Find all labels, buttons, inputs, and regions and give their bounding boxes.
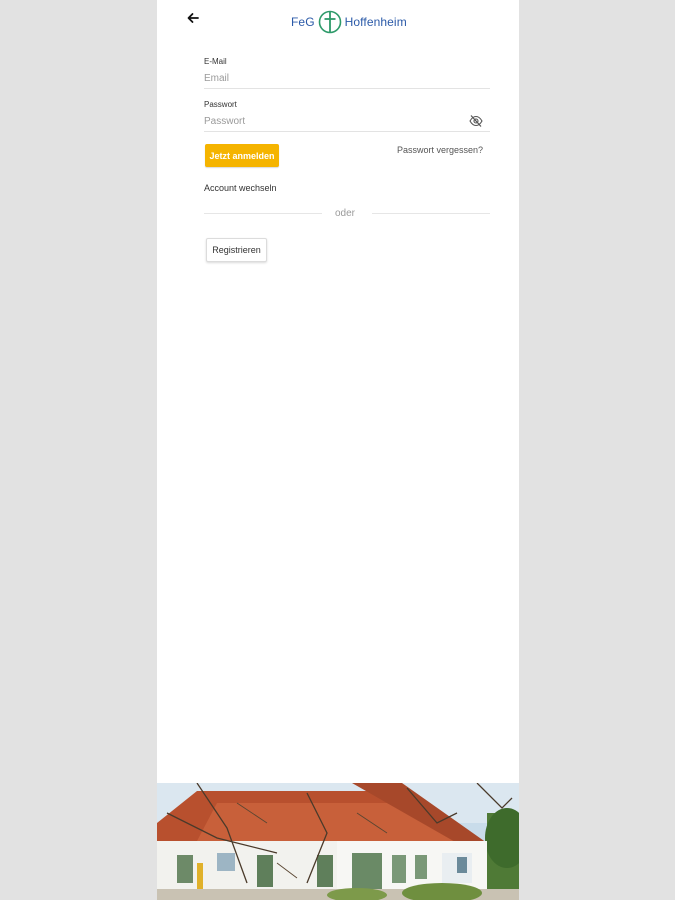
email-input[interactable] xyxy=(204,70,490,86)
church-logo: FeG Hoffenheim xyxy=(291,9,407,35)
password-visibility-toggle[interactable] xyxy=(469,114,483,127)
divider-left xyxy=(204,213,322,214)
register-button[interactable]: Registrieren xyxy=(206,238,267,262)
divider-right xyxy=(372,213,490,214)
switch-account-link[interactable]: Account wechseln xyxy=(204,183,277,193)
back-button[interactable] xyxy=(185,10,201,26)
logo-text-right: Hoffenheim xyxy=(344,15,407,29)
cross-circle-icon xyxy=(318,10,341,34)
password-label: Passwort xyxy=(204,100,237,109)
forgot-password-link[interactable]: Passwort vergessen? xyxy=(397,145,483,155)
password-input[interactable] xyxy=(204,113,464,129)
login-button[interactable]: Jetzt anmelden xyxy=(205,144,279,167)
church-building-photo xyxy=(157,783,519,900)
logo-text-left: FeG xyxy=(291,15,315,29)
arrow-left-icon xyxy=(187,13,199,23)
email-label: E-Mail xyxy=(204,57,227,66)
app-screen: FeG Hoffenheim E-Mail Passwort Jetzt anm… xyxy=(157,0,519,900)
email-underline xyxy=(204,88,490,89)
divider-or-text: oder xyxy=(335,208,356,219)
eye-off-icon xyxy=(469,115,483,127)
password-underline xyxy=(204,131,490,132)
